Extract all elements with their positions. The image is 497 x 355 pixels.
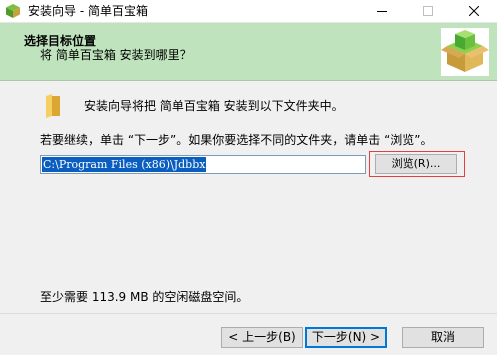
browse-button[interactable]: 浏览(R)...: [375, 154, 457, 174]
back-button[interactable]: < 上一步(B): [221, 327, 303, 348]
instruction-text: 若要继续，单击 “下一步”。如果你要选择不同的文件夹，请单击 “浏览”。: [40, 133, 433, 147]
minimize-icon: [377, 11, 387, 12]
window-title: 安装向导 - 简单百宝箱: [28, 4, 148, 18]
close-icon: [469, 6, 479, 16]
cancel-button[interactable]: 取消: [402, 327, 484, 348]
wizard-header: 选择目标位置 将 简单百宝箱 安装到哪里？: [0, 23, 497, 81]
maximize-button: [405, 0, 451, 22]
install-path-input[interactable]: C:\Program Files (x86)\Jdbbx: [40, 155, 366, 174]
maximize-icon: [423, 6, 433, 16]
disk-space-requirement: 至少需要 113.9 MB 的空闲磁盘空间。: [40, 290, 249, 304]
close-button[interactable]: [451, 0, 497, 22]
minimize-button[interactable]: [359, 0, 405, 22]
next-button[interactable]: 下一步(N) >: [305, 327, 387, 348]
page-subtitle: 将 简单百宝箱 安装到哪里？: [40, 48, 192, 62]
install-box-logo: [441, 28, 489, 76]
wizard-footer: < 上一步(B) 下一步(N) > 取消: [0, 313, 497, 355]
installer-window: 安装向导 - 简单百宝箱 选择目标位置 将 简单百宝箱 安装到哪里？ 安装向导将…: [0, 0, 497, 355]
install-path-value: C:\Program Files (x86)\Jdbbx: [42, 157, 207, 172]
title-bar: 安装向导 - 简单百宝箱: [0, 0, 497, 23]
app-icon: [5, 3, 21, 19]
install-description: 安装向导将把 简单百宝箱 安装到以下文件夹中。: [84, 99, 344, 113]
folder-icon: [44, 94, 64, 118]
wizard-content: 安装向导将把 简单百宝箱 安装到以下文件夹中。 若要继续，单击 “下一步”。如果…: [0, 81, 497, 313]
